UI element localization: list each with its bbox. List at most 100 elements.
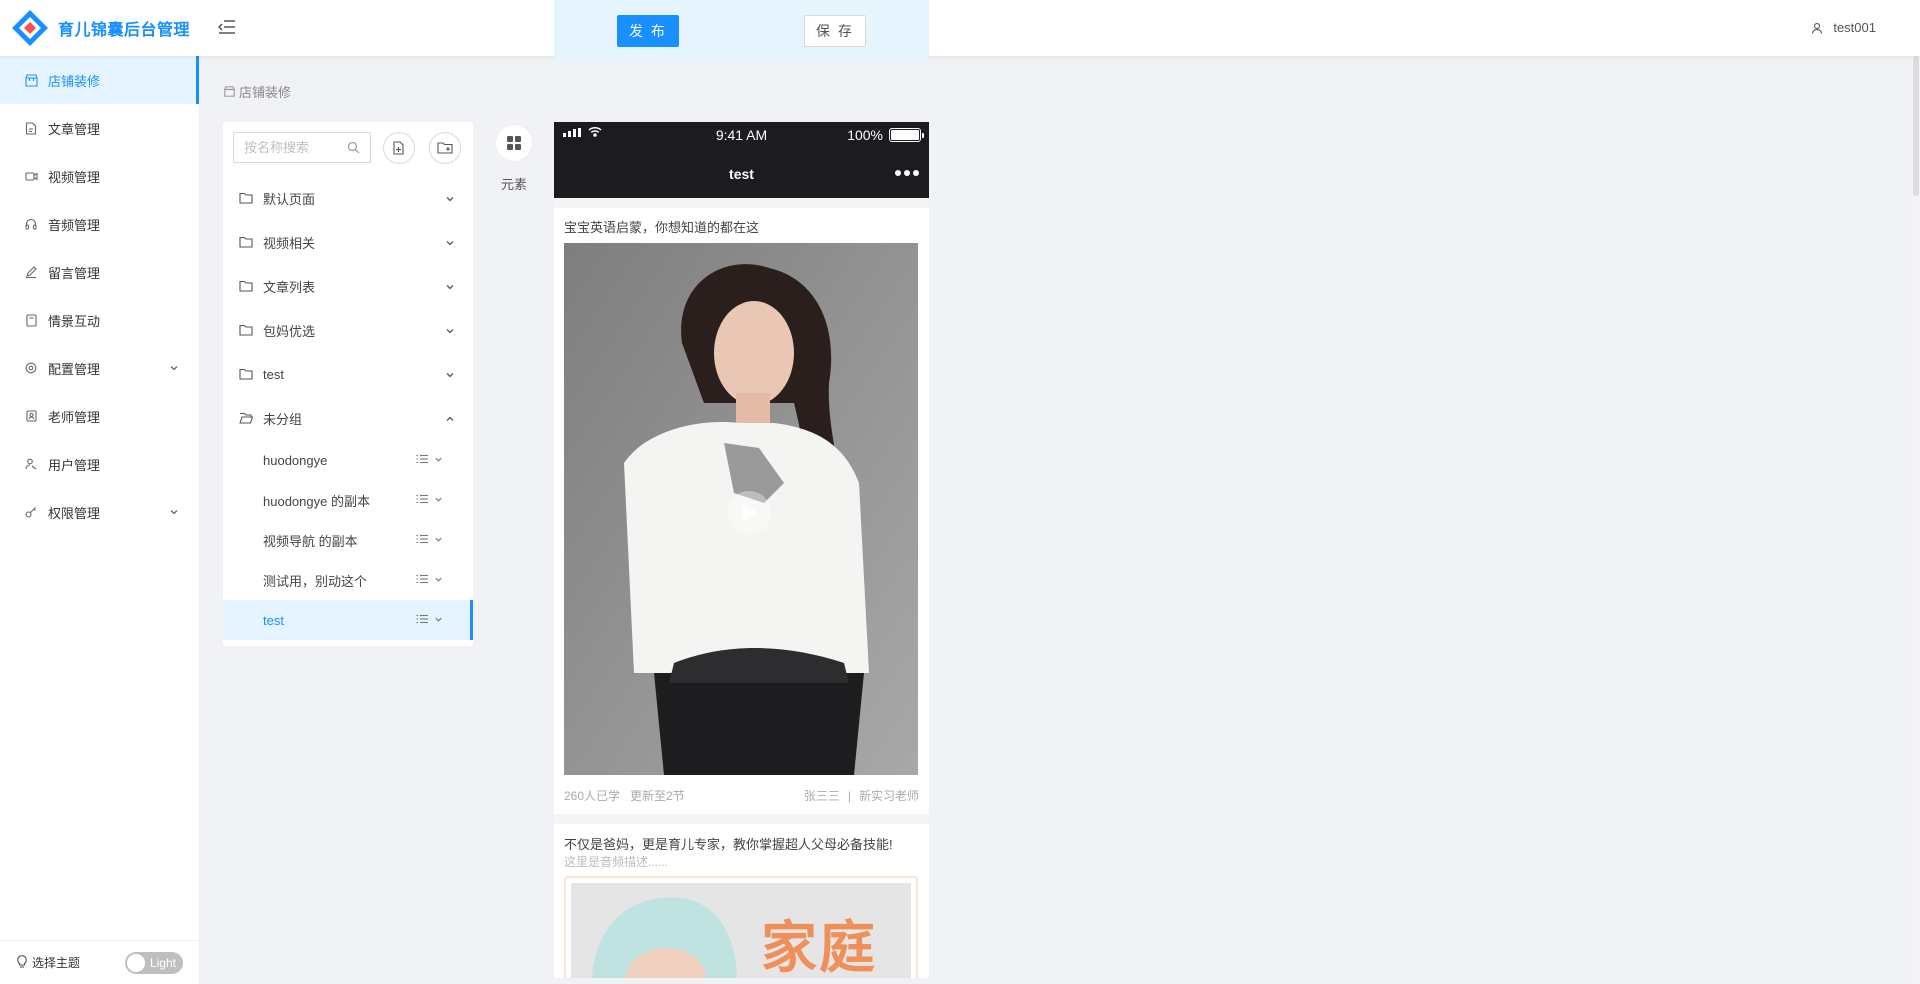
chevron-down-icon[interactable] xyxy=(445,192,455,207)
key-icon xyxy=(24,505,38,519)
sidebar-item-comments[interactable]: 留言管理 xyxy=(0,248,199,296)
scrollbar-thumb[interactable] xyxy=(1913,56,1919,196)
chevron-down-icon[interactable] xyxy=(434,615,443,624)
edit-icon xyxy=(24,265,38,279)
sidebar-item-audio[interactable]: 音频管理 xyxy=(0,200,199,248)
page-actions xyxy=(416,494,443,504)
phone-status-bar: 9:41 AM 100% test xyxy=(554,122,929,198)
sidebar-item-scenarios[interactable]: 情景互动 xyxy=(0,296,199,344)
folder-icon xyxy=(239,192,253,204)
teacher-name: 张三三 xyxy=(803,789,840,803)
tree-page-label: huodongye 的副本 xyxy=(263,493,370,509)
toggle-label: Light xyxy=(149,956,176,970)
save-button[interactable]: 保 存 xyxy=(804,15,866,47)
tree-group[interactable]: 视频相关 xyxy=(223,220,473,264)
more-icon[interactable] xyxy=(895,170,919,176)
elements-tool[interactable]: 元素 xyxy=(494,124,534,193)
publish-button[interactable]: 发 布 xyxy=(617,15,679,47)
user-icon xyxy=(24,457,38,471)
page-search xyxy=(233,132,371,163)
list-icon[interactable] xyxy=(416,454,428,464)
video-icon xyxy=(24,169,38,183)
tree-page-item-selected[interactable]: test xyxy=(223,600,473,640)
search-icon[interactable] xyxy=(347,141,360,157)
chevron-down-icon[interactable] xyxy=(445,236,455,251)
add-page-button[interactable] xyxy=(383,132,415,164)
audio-banner: 家庭 xyxy=(564,876,918,978)
tree-group[interactable]: 默认页面 xyxy=(223,176,473,220)
chevron-down-icon[interactable] xyxy=(434,575,443,584)
sidebar-item-label: 店铺装修 xyxy=(48,73,101,89)
list-icon[interactable] xyxy=(416,534,428,544)
chevron-down-icon[interactable] xyxy=(434,455,443,464)
sidebar-item-shop-decoration[interactable]: 店铺装修 xyxy=(0,56,199,104)
teacher-title: 新实习老师 xyxy=(858,789,919,803)
theme-toggle[interactable]: Light xyxy=(125,952,183,974)
sidebar-item-config[interactable]: 配置管理 xyxy=(0,344,199,392)
user-menu[interactable]: test001 xyxy=(1811,20,1876,35)
tree-group-label: 未分组 xyxy=(263,411,303,427)
battery-level: 100% xyxy=(847,127,883,143)
chevron-down-icon xyxy=(169,361,179,376)
audio-card[interactable]: 不仅是爸妈，更是育儿专家，教你掌握超人父母必备技能! 这里是音频描述......… xyxy=(554,824,929,978)
theme-selector: 选择主题 Light xyxy=(0,940,199,984)
tree-group[interactable]: 文章列表 xyxy=(223,264,473,308)
sidebar-item-label: 老师管理 xyxy=(48,409,101,425)
chevron-down-icon[interactable] xyxy=(445,324,455,339)
user-icon xyxy=(1812,22,1823,34)
sidebar-item-videos[interactable]: 视频管理 xyxy=(0,152,199,200)
sidebar-item-articles[interactable]: 文章管理 xyxy=(0,104,199,152)
list-icon[interactable] xyxy=(416,494,428,504)
tree-group-label: 默认页面 xyxy=(263,191,316,207)
document-icon xyxy=(24,121,38,135)
tree-page-item[interactable]: huodongye xyxy=(223,440,473,480)
app-logo[interactable]: 育儿锦囊后台管理 xyxy=(10,8,190,48)
tree-group[interactable]: 未分组 xyxy=(223,396,473,440)
chevron-down-icon[interactable] xyxy=(434,495,443,504)
elements-button[interactable] xyxy=(495,124,533,162)
chevron-down-icon[interactable] xyxy=(445,368,455,383)
banner-word: 家庭 xyxy=(761,916,877,978)
sidebar-item-label: 配置管理 xyxy=(48,361,101,377)
folder-add-icon xyxy=(437,142,453,154)
chevron-up-icon[interactable] xyxy=(445,412,455,427)
tree-group-label: test xyxy=(263,366,284,382)
chevron-down-icon[interactable] xyxy=(445,280,455,295)
book-icon xyxy=(24,313,38,327)
tree-page-item[interactable]: 视频导航 的副本 xyxy=(223,520,473,560)
file-add-icon xyxy=(393,140,404,155)
breadcrumb-item[interactable]: 店铺装修 xyxy=(239,82,291,101)
shop-icon xyxy=(24,73,38,87)
sidebar-item-label: 文章管理 xyxy=(48,121,101,137)
chevron-down-icon[interactable] xyxy=(434,535,443,544)
tree-page-item[interactable]: huodongye 的副本 xyxy=(223,480,473,520)
sidebar-item-label: 情景互动 xyxy=(48,313,101,329)
list-icon[interactable] xyxy=(416,614,428,624)
search-input[interactable] xyxy=(234,133,344,162)
tree-group[interactable]: test xyxy=(223,352,473,396)
page-actions xyxy=(416,614,443,624)
course-card[interactable]: 宝宝英语启蒙，你想知道的都在这 260人已学 更新至2节 张三三 | 新实习老师 xyxy=(554,208,929,814)
page-scrollbar[interactable] xyxy=(1912,56,1920,984)
add-folder-button[interactable] xyxy=(429,132,461,164)
grid-icon xyxy=(507,136,521,150)
bulb-icon xyxy=(16,954,28,971)
sidebar-item-permissions[interactable]: 权限管理 xyxy=(0,488,199,536)
tree-group[interactable]: 包妈优选 xyxy=(223,308,473,352)
tree-group-label: 文章列表 xyxy=(263,279,316,295)
sidebar-item-label: 视频管理 xyxy=(48,169,101,185)
username: test001 xyxy=(1833,20,1876,35)
menu-fold-icon[interactable] xyxy=(217,18,238,38)
toggle-knob xyxy=(127,954,145,972)
sidebar-item-teachers[interactable]: 老师管理 xyxy=(0,392,199,440)
folder-icon xyxy=(239,236,253,248)
tree-page-item[interactable]: 测试用，别动这个 xyxy=(223,560,473,600)
contacts-icon xyxy=(24,409,38,423)
folder-icon xyxy=(239,368,253,380)
page-action-bar: 发 布 保 存 xyxy=(554,0,929,62)
course-title: 宝宝英语启蒙，你想知道的都在这 xyxy=(564,220,760,235)
list-icon[interactable] xyxy=(416,574,428,584)
sidebar-item-users[interactable]: 用户管理 xyxy=(0,440,199,488)
update-status: 更新至2节 xyxy=(630,789,685,803)
audio-description: 这里是音频描述...... xyxy=(564,855,669,869)
